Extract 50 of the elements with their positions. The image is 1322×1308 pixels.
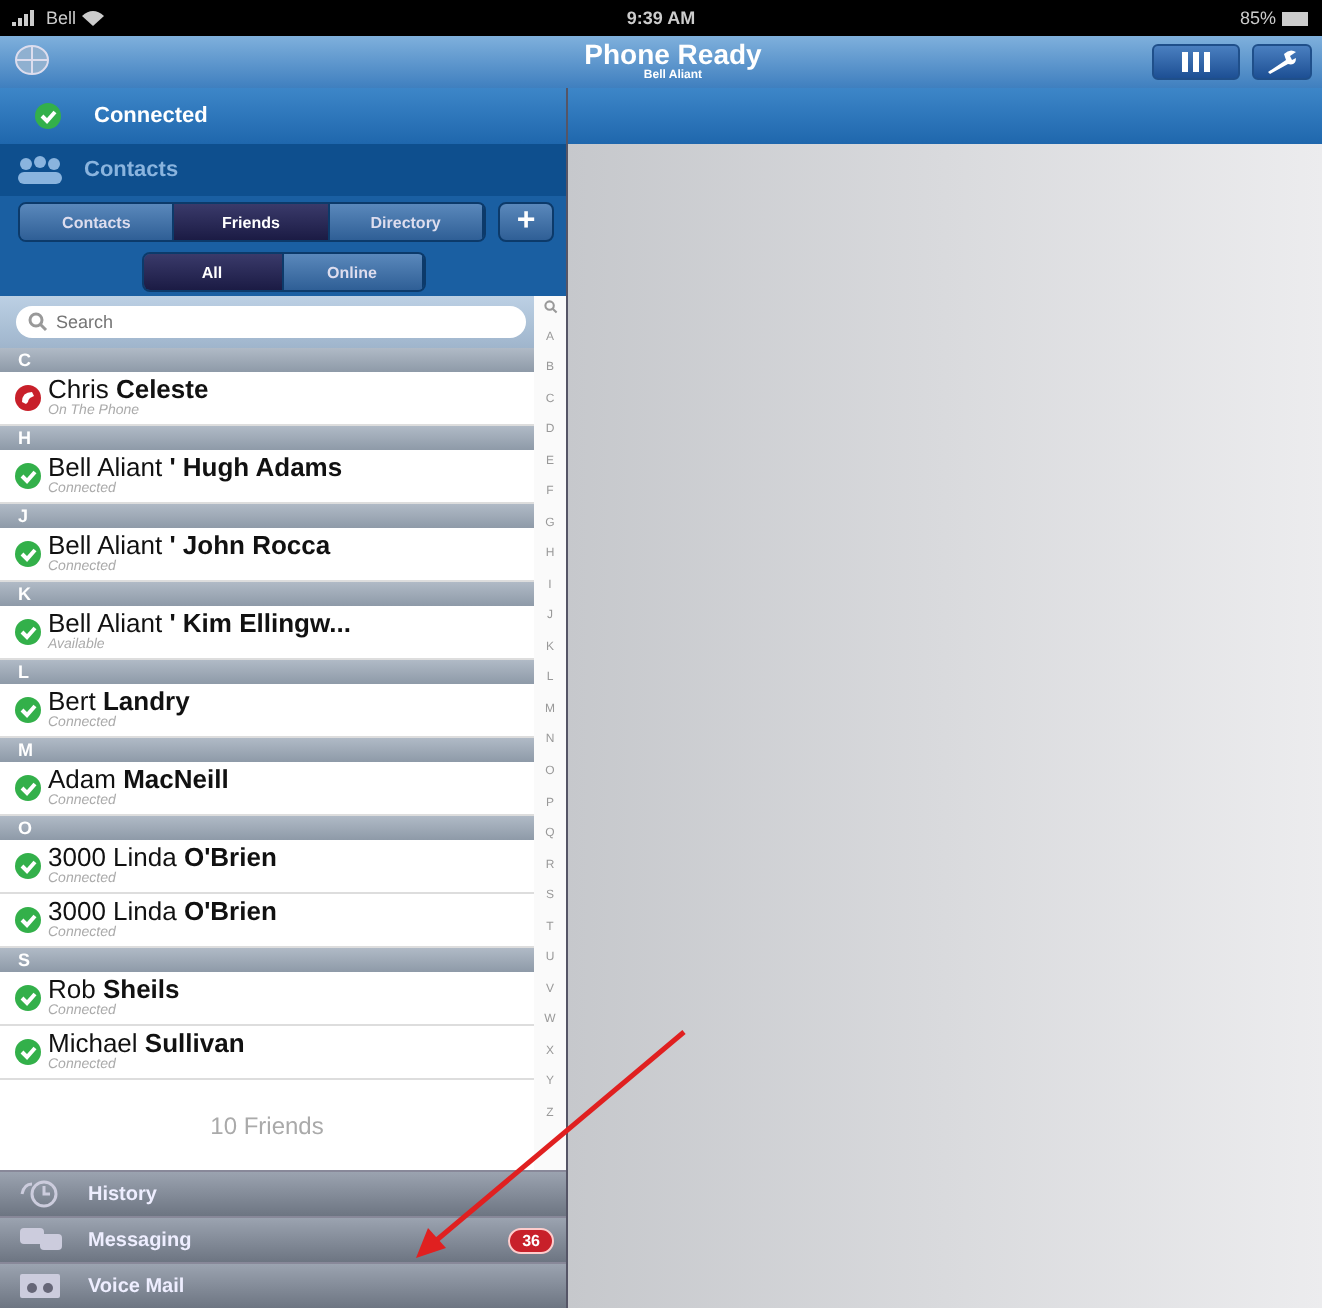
- contact-name: Bell Aliant ' John Rocca: [48, 532, 331, 560]
- check-icon: [34, 102, 62, 130]
- columns-icon: [1179, 50, 1212, 74]
- section-header: K: [0, 582, 534, 606]
- contact-name: Michael Sullivan: [48, 1030, 245, 1058]
- voicemail-icon: [20, 1272, 64, 1300]
- unread-badge: 36: [508, 1227, 554, 1253]
- carrier-name: Bell: [46, 8, 77, 28]
- signal-icon: [12, 10, 40, 26]
- add-button[interactable]: +: [498, 202, 554, 242]
- contact-name: 3000 Linda O'Brien: [48, 844, 277, 872]
- contact-name: 3000 Linda O'Brien: [48, 898, 277, 926]
- contact-name: Adam MacNeill: [48, 766, 229, 794]
- wifi-icon: [82, 10, 105, 26]
- search-icon[interactable]: [543, 300, 557, 314]
- wrench-icon: [1265, 50, 1298, 74]
- globe-button[interactable]: [10, 44, 54, 80]
- filter-tab[interactable]: Online: [283, 254, 423, 290]
- contacts-title: Contacts: [84, 158, 179, 182]
- tab[interactable]: Contacts: [20, 204, 175, 240]
- battery-icon: [1282, 11, 1310, 25]
- section-header: L: [0, 660, 534, 684]
- people-icon: [16, 156, 64, 184]
- filter-tab[interactable]: All: [143, 254, 283, 290]
- contact-name: Bert Landry: [48, 688, 190, 716]
- status-time: 9:39 AM: [626, 8, 696, 28]
- menu-item[interactable]: Messaging 36: [0, 1216, 566, 1262]
- section-header: H: [0, 426, 534, 450]
- contact-name: Bell Aliant ' Hugh Adams: [48, 454, 343, 482]
- settings-button[interactable]: [1251, 44, 1312, 80]
- speech-bubbles-icon: [20, 1226, 64, 1254]
- columns-button[interactable]: [1151, 44, 1240, 80]
- section-header: C: [0, 348, 534, 372]
- friends-count: 10 Friends: [208, 1109, 326, 1143]
- section-header: O: [0, 816, 534, 840]
- section-header: M: [0, 738, 534, 762]
- contact-name: Chris Celeste: [48, 376, 209, 404]
- search-icon: [28, 312, 48, 332]
- menu-item[interactable]: Voice Mail: [0, 1262, 566, 1308]
- contact-name: Bell Aliant ' Kim Ellingw...: [48, 610, 351, 638]
- tab[interactable]: Directory: [329, 204, 484, 240]
- contact-name: Rob Sheils: [48, 976, 180, 1004]
- tab[interactable]: Friends: [174, 204, 330, 240]
- menu-item[interactable]: History: [0, 1170, 566, 1216]
- section-header: J: [0, 504, 534, 528]
- nav-title: Phone Ready: [584, 40, 762, 70]
- section-header: S: [0, 948, 534, 972]
- connection-status: Connected: [94, 104, 208, 128]
- search-field[interactable]: Search: [16, 306, 526, 338]
- battery-percent: 85%: [1239, 8, 1276, 28]
